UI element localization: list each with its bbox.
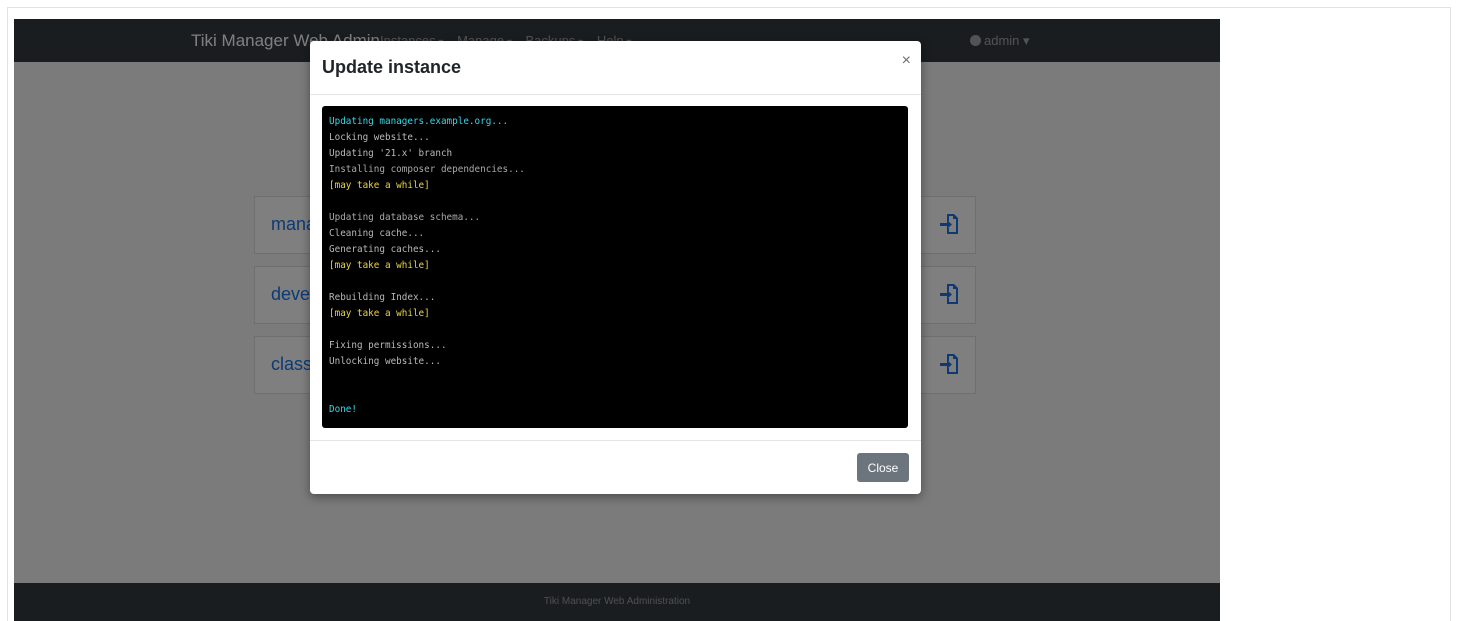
log-line: Unlocking website... xyxy=(329,356,441,367)
terminal-output: Updating managers.example.org... Locking … xyxy=(322,106,908,428)
modal-header: Update instance × xyxy=(310,41,921,95)
modal-footer: Close xyxy=(310,440,921,495)
log-line: Cleaning cache... xyxy=(329,228,425,239)
log-line: Updating database schema... xyxy=(329,212,481,223)
log-line: Generating caches... xyxy=(329,244,441,255)
log-line: Updating managers.example.org... xyxy=(329,116,509,127)
log-line: Fixing permissions... xyxy=(329,340,447,351)
log-line: [may take a while] xyxy=(329,260,430,271)
log-line: Installing composer dependencies... xyxy=(329,164,525,175)
log-line: [may take a while] xyxy=(329,308,430,319)
update-instance-modal: Update instance × Updating managers.exam… xyxy=(310,41,921,494)
app-window: Tiki Manager Web Admin Instances Manage … xyxy=(14,19,1220,621)
log-line: [may take a while] xyxy=(329,180,430,191)
log-line: Rebuilding Index... xyxy=(329,292,436,303)
close-icon[interactable]: × xyxy=(902,53,911,69)
log-line: Done! xyxy=(329,404,357,415)
modal-title: Update instance xyxy=(322,57,462,77)
log-line: Updating '21.x' branch xyxy=(329,148,453,159)
log-line: Locking website... xyxy=(329,132,430,143)
close-button[interactable]: Close xyxy=(857,453,909,482)
